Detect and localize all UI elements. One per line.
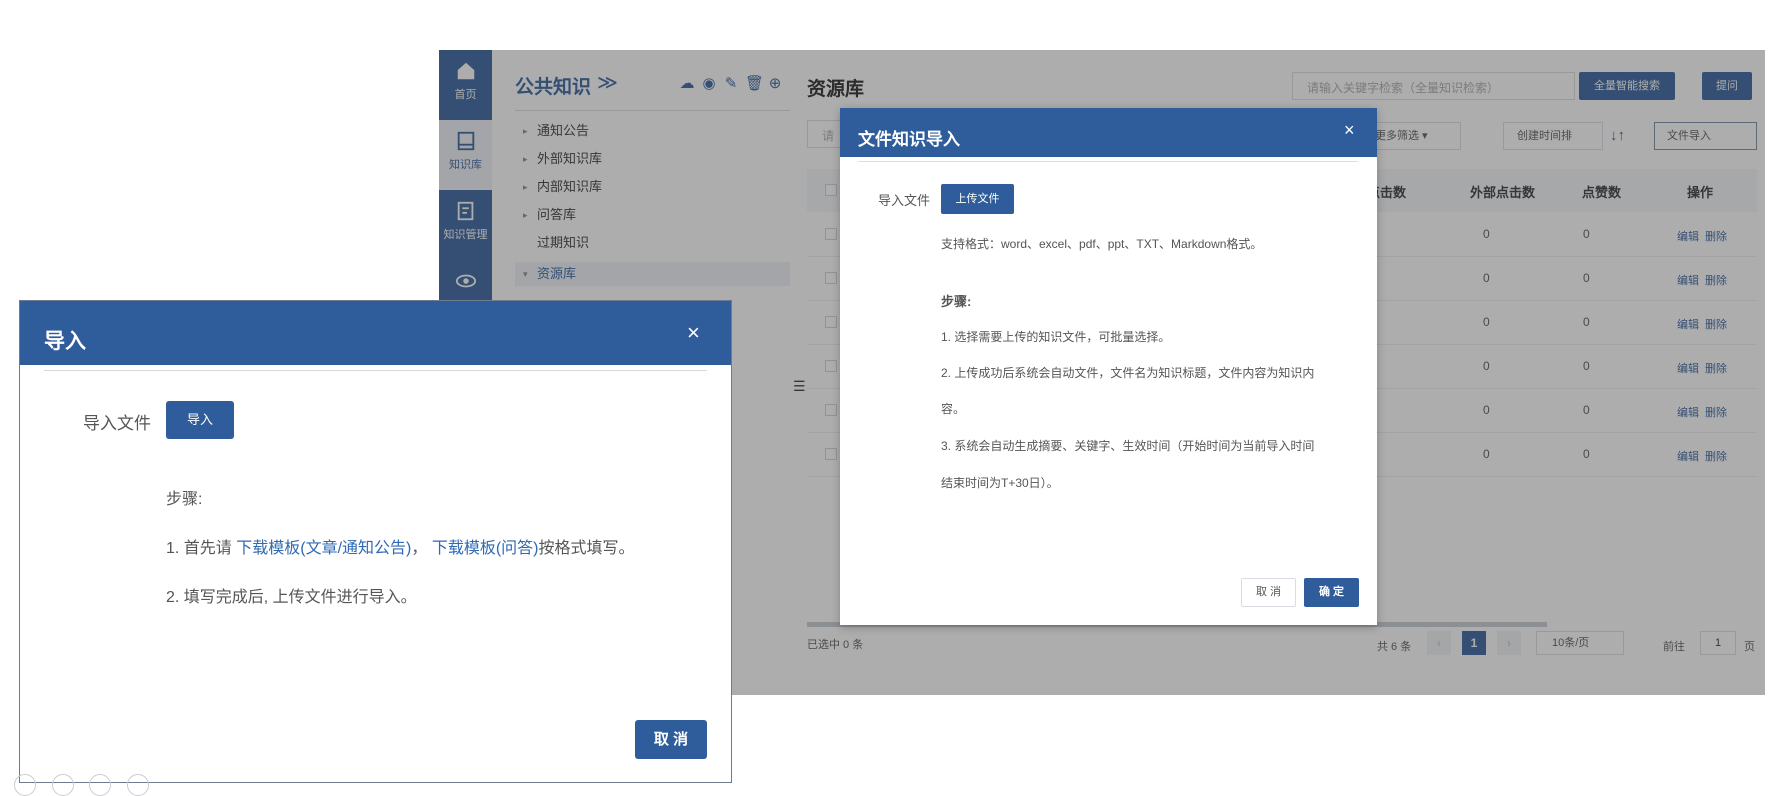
step-2-text: 2. 上传成功后系统会自动文件，文件名为知识标题，文件内容为知识内 <box>941 366 1315 380</box>
step-3-text: 3. 系统会自动生成摘要、关键字、生效时间（开始时间为当前导入时间 <box>941 439 1315 453</box>
ghost-circle-icon <box>14 774 36 796</box>
import-file-label: 导入文件 <box>878 193 931 208</box>
steps-title: 步骤: <box>166 491 203 508</box>
step-1-suffix: 按格式填写。 <box>538 540 635 557</box>
dialog-title: 导入 <box>44 330 86 353</box>
dialog-divider <box>44 370 707 371</box>
import-dialog: 导入 × 导入文件 导入 步骤: 1. 首先请 下载模板(文章/通知公告)， 下… <box>19 300 732 783</box>
step-1-text: 1. 选择需要上传的知识文件，可批量选择。 <box>941 330 1171 344</box>
cancel-button[interactable]: 取 消 <box>635 720 707 759</box>
import-button[interactable]: 导入 <box>166 401 234 439</box>
download-article-template-link[interactable]: 下载模板(文章/通知公告) <box>236 540 411 557</box>
download-qa-template-link[interactable]: 下载模板(问答) <box>432 540 539 557</box>
step-1-text: 1. 首先请 下载模板(文章/通知公告)， 下载模板(问答)按格式填写。 <box>166 534 635 558</box>
step-1-separator: ， <box>411 540 432 557</box>
close-icon[interactable]: × <box>1344 120 1355 141</box>
close-icon[interactable]: × <box>687 320 700 346</box>
dialog-divider <box>858 161 1358 162</box>
import-file-label: 导入文件 <box>83 414 151 433</box>
dialog-header <box>20 301 731 365</box>
file-knowledge-import-dialog: 文件知识导入 × 导入文件 上传文件 支持格式：word、excel、pdf、p… <box>840 108 1377 625</box>
supported-formats-text: 支持格式：word、excel、pdf、ppt、TXT、Markdown格式。 <box>941 237 1263 251</box>
dialog-title: 文件知识导入 <box>858 130 960 149</box>
ghost-circle-icon <box>89 774 111 796</box>
step-3-text-cont: 结束时间为T+30日）。 <box>941 476 1059 490</box>
step-2-text-cont: 容。 <box>941 402 966 416</box>
upload-file-button[interactable]: 上传文件 <box>941 184 1014 214</box>
step-2-text: 2. 填写完成后, 上传文件进行导入。 <box>166 589 417 606</box>
cancel-button[interactable]: 取 消 <box>1241 578 1296 607</box>
ghost-circle-icon <box>127 774 149 796</box>
ghost-circle-icon <box>52 774 74 796</box>
step-1-prefix: 1. 首先请 <box>166 540 237 557</box>
steps-title: 步骤: <box>941 294 972 309</box>
confirm-button[interactable]: 确 定 <box>1304 578 1359 607</box>
